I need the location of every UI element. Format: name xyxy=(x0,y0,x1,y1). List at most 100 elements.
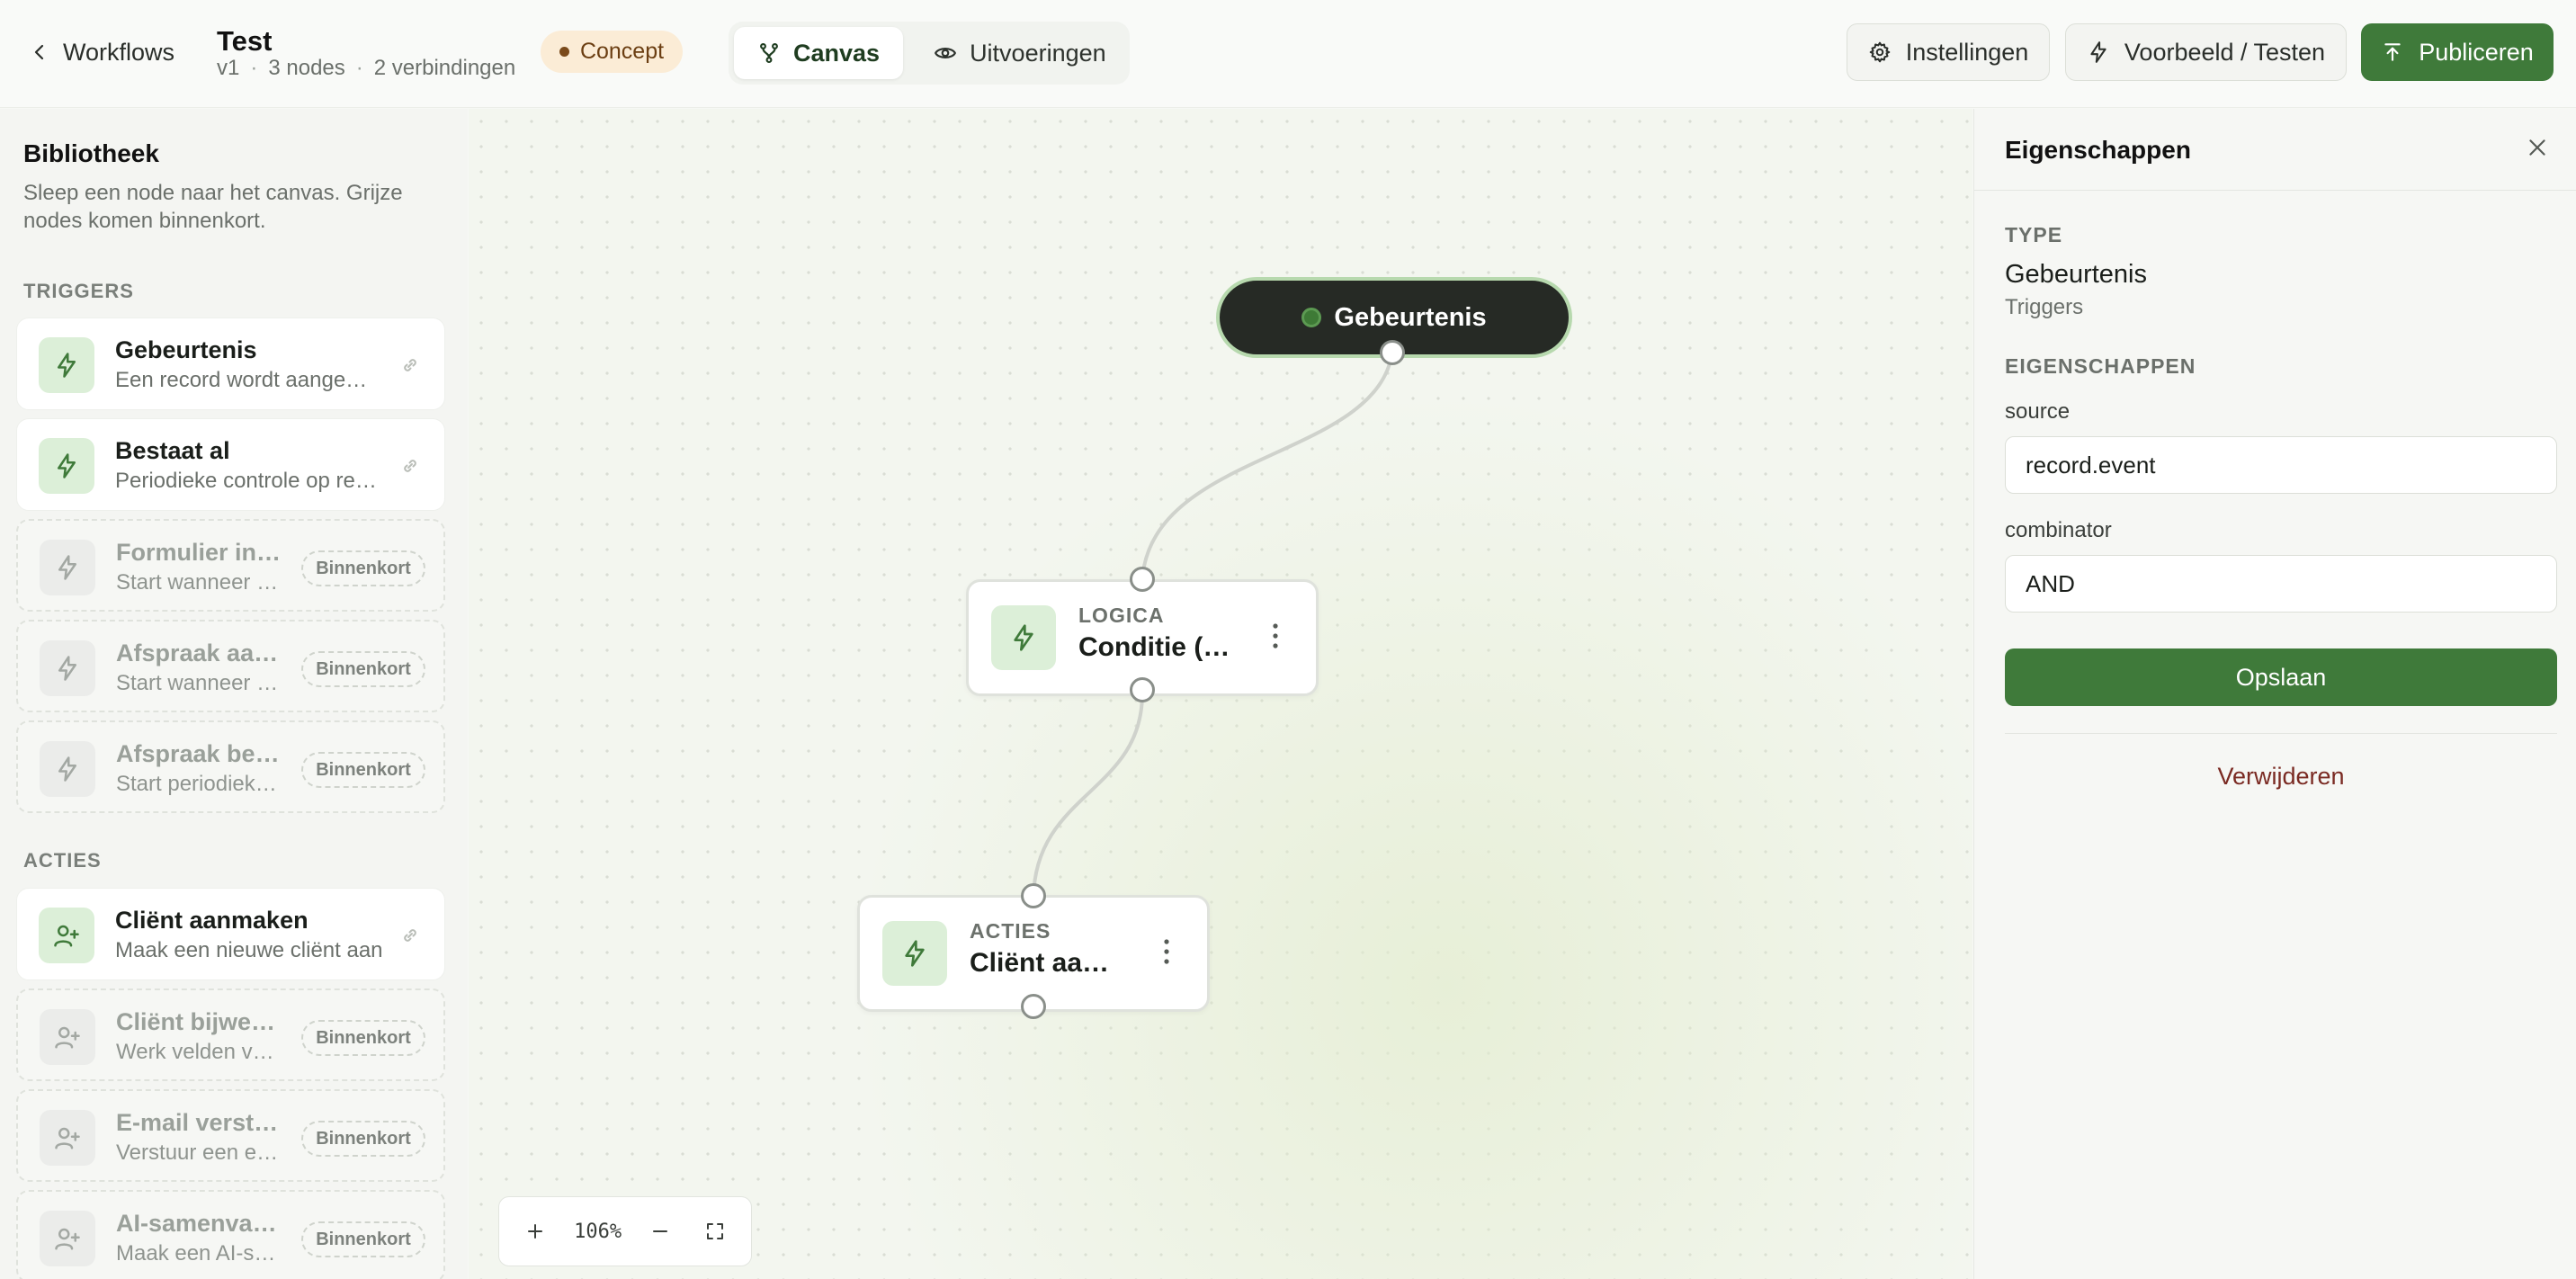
bolt-icon xyxy=(58,656,76,681)
library-item-name: Formulier ingediend xyxy=(116,539,282,566)
node-name: Cliënt aanmaken xyxy=(970,948,1123,978)
lib-icon-wrap xyxy=(40,540,95,595)
more-vertical-icon[interactable] xyxy=(1162,937,1171,966)
workflow-title: Test xyxy=(217,25,273,57)
coming-soon-badge: Binnenkort xyxy=(301,1221,425,1257)
type-heading: TYPE xyxy=(2005,223,2063,246)
bolt-icon xyxy=(905,940,925,967)
settings-button-label: Instellingen xyxy=(1905,38,2029,66)
output-port[interactable] xyxy=(1380,340,1405,365)
settings-button[interactable]: Instellingen xyxy=(1847,23,2050,81)
meta-separator: · xyxy=(355,56,363,80)
bolt-icon xyxy=(58,555,76,580)
source-field-label: source xyxy=(2005,399,2071,424)
fullscreen-icon xyxy=(706,1223,723,1239)
back-link-label: Workflows xyxy=(63,38,175,66)
combinator-field-label: combinator xyxy=(2005,518,2112,542)
link-icon xyxy=(404,359,416,371)
combinator-input[interactable] xyxy=(2005,555,2557,613)
view-tabs: Canvas Uitvoeringen xyxy=(729,22,1130,85)
library-item-client-aanmaken[interactable]: Cliënt aanmaken Maak een nieuwe cliënt a… xyxy=(16,888,445,980)
library-item-desc: Maak een nieuwe cliënt aan xyxy=(115,938,383,962)
library-item-formulier-ingediend: Formulier ingediend Start wanneer een fo… xyxy=(16,519,445,612)
user-plus-icon xyxy=(54,925,79,947)
preview-test-button[interactable]: Voorbeeld / Testen xyxy=(2065,23,2347,81)
close-icon[interactable] xyxy=(2526,136,2549,159)
user-plus-icon xyxy=(55,1026,80,1049)
node-gebeurtenis-label: Gebeurtenis xyxy=(1334,302,1487,332)
lib-icon-wrap xyxy=(39,337,94,393)
lib-icon-wrap xyxy=(39,438,94,494)
more-vertical-icon[interactable] xyxy=(1271,622,1280,650)
input-port[interactable] xyxy=(1021,883,1046,908)
link-icon xyxy=(404,460,416,472)
output-port[interactable] xyxy=(1021,994,1046,1019)
bolt-icon xyxy=(1014,624,1033,651)
zoom-out-button[interactable] xyxy=(644,1215,676,1248)
back-to-workflows-link[interactable]: Workflows xyxy=(29,36,174,68)
coming-soon-badge: Binnenkort xyxy=(301,752,425,788)
properties-title: Eigenschappen xyxy=(2005,136,2191,164)
type-value: Gebeurtenis xyxy=(2005,260,2147,289)
top-bar: Workflows Test v1 · 3 nodes · 2 verbindi… xyxy=(0,0,2576,108)
zoom-in-button[interactable] xyxy=(519,1215,551,1248)
divider xyxy=(2005,733,2557,734)
library-item-desc: Maak een AI-samenvatting xyxy=(116,1241,282,1266)
fit-view-button[interactable] xyxy=(699,1215,731,1248)
library-item-name: E-mail versturen xyxy=(116,1109,282,1136)
source-input[interactable] xyxy=(2005,436,2557,494)
edge-condition-to-action[interactable] xyxy=(1032,693,1144,899)
type-group: Triggers xyxy=(2005,295,2084,319)
library-item-ai-samenvatting: AI-samenvatting Maak een AI-samenvatting… xyxy=(16,1190,445,1279)
minus-icon xyxy=(652,1230,667,1232)
delete-button[interactable]: Verwijderen xyxy=(2005,751,2557,801)
divider xyxy=(1974,190,2576,191)
node-category: ACTIES xyxy=(970,919,1051,943)
library-item-gebeurtenis[interactable]: Gebeurtenis Een record wordt aangemaakt … xyxy=(16,318,445,410)
library-item-afspraak-bestaat: Afspraak bestaat Start periodiek voor af… xyxy=(16,720,445,813)
coming-soon-badge: Binnenkort xyxy=(301,550,425,586)
coming-soon-badge: Binnenkort xyxy=(301,1020,425,1056)
bolt-icon xyxy=(58,353,76,378)
properties-heading: EIGENSCHAPPEN xyxy=(2005,354,2196,378)
save-button[interactable]: Opslaan xyxy=(2005,648,2557,706)
input-port[interactable] xyxy=(1130,567,1155,592)
tab-uitvoeringen-label: Uitvoeringen xyxy=(970,39,1106,67)
publish-button-label: Publiceren xyxy=(2419,38,2534,66)
section-triggers-heading: TRIGGERS xyxy=(23,280,134,302)
plus-icon xyxy=(528,1224,543,1239)
lib-icon-wrap xyxy=(40,640,95,696)
coming-soon-badge: Binnenkort xyxy=(301,651,425,687)
publish-button[interactable]: Publiceren xyxy=(2361,23,2554,81)
library-item-name: Cliënt bijwerken xyxy=(116,1008,282,1035)
output-port[interactable] xyxy=(1130,677,1155,702)
library-item-client-bijwerken: Cliënt bijwerken Werk velden van een cli… xyxy=(16,988,445,1081)
eye-icon xyxy=(935,48,956,58)
tab-canvas[interactable]: Canvas xyxy=(734,27,904,79)
properties-panel: Eigenschappen TYPE Gebeurtenis Triggers … xyxy=(1973,109,2576,1279)
workflow-canvas[interactable]: Gebeurtenis LOGICA Conditie (AND) ACTIES… xyxy=(469,109,1972,1279)
user-plus-icon xyxy=(55,1127,80,1149)
library-item-bestaat-al[interactable]: Bestaat al Periodieke controle op record… xyxy=(16,418,445,511)
workflow-connection-count: 2 verbindingen xyxy=(373,56,516,80)
preview-button-label: Voorbeeld / Testen xyxy=(2124,38,2326,66)
lib-icon-wrap xyxy=(40,1009,95,1065)
coming-soon-badge: Binnenkort xyxy=(301,1121,425,1157)
workflow-node-count: 3 nodes xyxy=(268,56,345,80)
library-item-name: Cliënt aanmaken xyxy=(115,907,309,934)
tab-uitvoeringen[interactable]: Uitvoeringen xyxy=(910,27,1130,79)
upload-icon xyxy=(2384,43,2401,61)
library-item-desc: Periodieke controle op records xyxy=(115,469,385,493)
node-library: Bibliotheek Sleep een node naar het canv… xyxy=(0,109,468,1279)
library-description: Sleep een node naar het canvas. Grijze n… xyxy=(23,181,403,233)
edge-event-to-condition[interactable] xyxy=(1140,351,1394,580)
tab-canvas-label: Canvas xyxy=(793,39,881,67)
library-item-name: Afspraak aangemaakt xyxy=(116,640,282,666)
meta-separator: · xyxy=(250,56,258,80)
library-item-desc: Verstuur een e-mail xyxy=(116,1140,282,1165)
library-item-email-versturen: E-mail versturen Verstuur een e-mail Bin… xyxy=(16,1089,445,1182)
bolt-icon xyxy=(58,756,76,782)
bolt-icon xyxy=(2090,41,2106,63)
user-plus-icon xyxy=(55,1228,80,1250)
zoom-level: 106% xyxy=(574,1220,622,1243)
